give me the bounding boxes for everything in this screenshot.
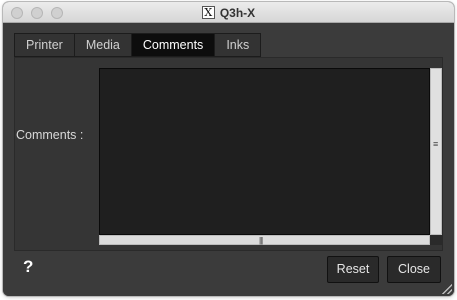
tab-comments[interactable]: Comments [131,34,216,56]
window-title-area: X Q3h-X [3,5,454,21]
help-button[interactable]: ? [23,257,33,277]
close-button[interactable]: Close [387,256,441,283]
tab-media[interactable]: Media [74,34,132,56]
tab-printer[interactable]: Printer [15,34,75,56]
comments-textarea[interactable] [99,68,430,235]
scroll-corner [430,235,442,245]
app-window: X Q3h-X Printer Media Comments Inks Comme… [3,2,454,296]
comments-label: Comments : [16,128,84,142]
scroll-grip-icon: ||| [259,236,263,245]
horizontal-scrollbar[interactable]: ||| [99,235,430,245]
window-title: Q3h-X [219,6,256,20]
vertical-scrollbar[interactable]: ≡ [430,68,442,235]
resize-handle-icon[interactable] [442,284,452,294]
title-bar[interactable]: X Q3h-X [3,2,454,23]
tab-bar: Printer Media Comments Inks [14,33,262,57]
tab-inks[interactable]: Inks [215,34,261,56]
reset-button[interactable]: Reset [327,256,379,283]
scroll-grip-icon: ≡ [433,139,439,149]
x11-icon: X [201,6,215,19]
